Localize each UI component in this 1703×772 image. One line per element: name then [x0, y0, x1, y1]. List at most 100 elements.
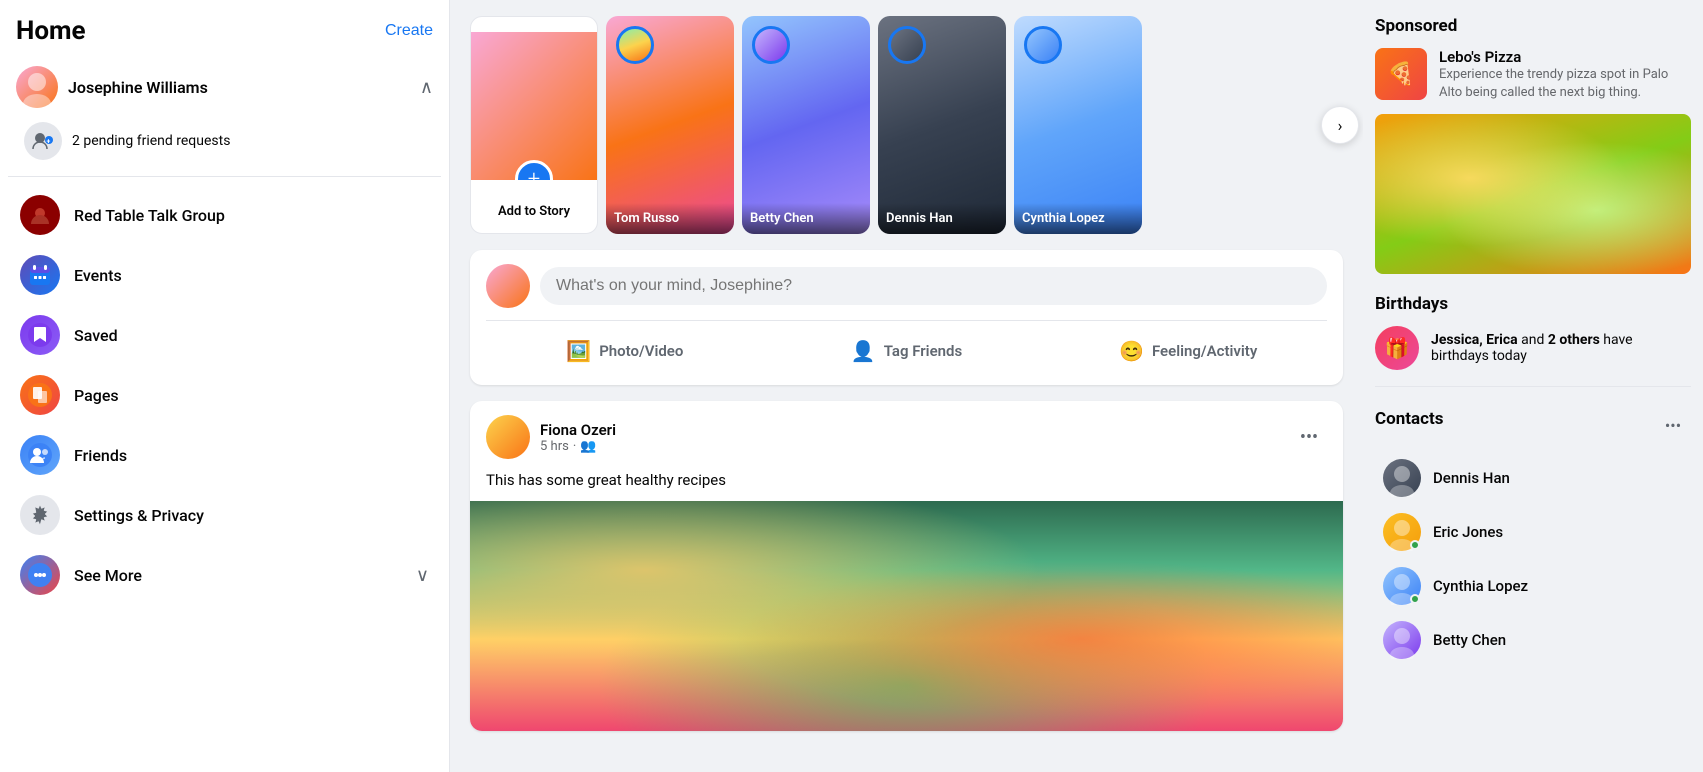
pages-icon [20, 375, 60, 415]
post-dot: · [573, 439, 576, 454]
post-time: 5 hrs [540, 439, 569, 454]
post-author-name: Fiona Ozeri [540, 421, 616, 439]
contact-avatar-eric [1383, 513, 1421, 551]
sidebar-user-josephine[interactable]: Josephine Williams ∧ [8, 58, 441, 116]
contact-name-eric: Eric Jones [1433, 523, 1503, 541]
main-feed: + Add to Story Tom Russo Betty Chen [450, 0, 1363, 772]
pending-icon: + [24, 122, 62, 160]
tag-friends-button[interactable]: 👤 Tag Friends [768, 331, 1046, 371]
sponsor-image-lebos[interactable] [1375, 114, 1691, 274]
story-tom-russo[interactable]: Tom Russo [606, 16, 734, 234]
add-story-plus-icon: + [515, 160, 553, 180]
sponsor-logo-lebos: 🍕 [1375, 48, 1427, 100]
chevron-up-icon: ∧ [420, 77, 433, 98]
contact-avatar-betty [1383, 621, 1421, 659]
saved-icon [20, 315, 60, 355]
feed-post-fiona: Fiona Ozeri 5 hrs · 👥 ••• This has some … [470, 401, 1343, 731]
feeling-label: Feeling/Activity [1152, 342, 1257, 360]
chevron-down-icon: ∨ [416, 565, 429, 586]
sidebar-item-label-saved: Saved [74, 326, 118, 345]
stories-next-button[interactable]: › [1321, 106, 1359, 144]
story-label-tom: Tom Russo [606, 203, 734, 234]
photo-video-label: Photo/Video [599, 342, 683, 360]
contact-name-betty: Betty Chen [1433, 631, 1506, 649]
post-audience-icon: 👥 [580, 439, 596, 454]
post-actions: 🖼️ Photo/Video 👤 Tag Friends 😊 Feeling/A… [486, 320, 1327, 371]
photo-video-icon: 🖼️ [566, 339, 591, 363]
story-betty-chen[interactable]: Betty Chen [742, 16, 870, 234]
svg-text:+: + [47, 138, 51, 146]
sponsored-section: Sponsored 🍕 Lebo's Pizza Experience the … [1375, 16, 1691, 274]
sidebar-item-pages[interactable]: Pages [8, 365, 441, 425]
settings-icon [20, 495, 60, 535]
post-input[interactable] [540, 267, 1327, 305]
photo-video-button[interactable]: 🖼️ Photo/Video [486, 331, 764, 371]
create-button[interactable]: Create [385, 22, 433, 40]
story-cynthia-lopez[interactable]: Cynthia Lopez [1014, 16, 1142, 234]
story-dennis-han[interactable]: Dennis Han [878, 16, 1006, 234]
stories-container: Tom Russo Betty Chen Dennis Han [606, 16, 1343, 234]
sidebar-item-label-red-table: Red Table Talk Group [74, 206, 225, 225]
right-panel: Sponsored 🍕 Lebo's Pizza Experience the … [1363, 0, 1703, 772]
see-more-icon [20, 555, 60, 595]
contact-betty-chen[interactable]: Betty Chen [1375, 613, 1691, 667]
story-label-cynthia: Cynthia Lopez [1014, 203, 1142, 234]
sidebar-item-label-events: Events [74, 266, 122, 285]
sidebar-item-friends[interactable]: Friends [8, 425, 441, 485]
birthday-text: Jessica, Erica and 2 others have birthda… [1431, 332, 1691, 364]
sidebar-item-red-table[interactable]: Red Table Talk Group [8, 185, 441, 245]
sidebar-title: Home [16, 16, 86, 46]
post-avatar-josephine [486, 264, 530, 308]
post-more-button[interactable]: ••• [1291, 419, 1327, 455]
stories-row: + Add to Story Tom Russo Betty Chen [470, 16, 1343, 234]
birthday-item: 🎁 Jessica, Erica and 2 others have birth… [1375, 326, 1691, 370]
contacts-title: Contacts [1375, 409, 1443, 429]
birthday-count: 2 others [1548, 332, 1600, 348]
post-image-fiona [470, 501, 1343, 731]
sidebar-item-label-see-more: See More [74, 566, 142, 585]
sidebar-item-see-more[interactable]: See More ∨ [8, 545, 441, 605]
user-name-josephine: Josephine Williams [68, 78, 208, 97]
contact-name-dennis: Dennis Han [1433, 469, 1510, 487]
birthday-icon: 🎁 [1375, 326, 1419, 370]
birthday-names: Jessica, Erica [1431, 332, 1518, 348]
contact-avatar-dennis [1383, 459, 1421, 497]
story-label-dennis: Dennis Han [878, 203, 1006, 234]
sidebar-divider [8, 176, 441, 177]
feeling-icon: 😊 [1119, 339, 1144, 363]
birthdays-title: Birthdays [1375, 294, 1691, 314]
post-avatar-fiona [486, 415, 530, 459]
post-input-row [486, 264, 1327, 308]
red-table-icon [20, 195, 60, 235]
sponsor-name: Lebo's Pizza [1439, 48, 1691, 66]
add-story-photo-bg: + [471, 32, 597, 180]
contact-eric-jones[interactable]: Eric Jones [1375, 505, 1691, 559]
sponsor-description: Experience the trendy pizza spot in Palo… [1439, 66, 1691, 102]
sidebar-header: Home Create [8, 12, 441, 58]
sidebar-item-label-friends: Friends [74, 446, 127, 465]
birthdays-section: Birthdays 🎁 Jessica, Erica and 2 others … [1375, 294, 1691, 387]
contact-cynthia-lopez[interactable]: Cynthia Lopez [1375, 559, 1691, 613]
contacts-header: Contacts ••• [1375, 407, 1691, 443]
contacts-more-button[interactable]: ••• [1655, 407, 1691, 443]
pending-requests[interactable]: + 2 pending friend requests [8, 116, 441, 168]
events-icon [20, 255, 60, 295]
story-avatar-tom [616, 26, 654, 64]
sidebar-item-settings[interactable]: Settings & Privacy [8, 485, 441, 545]
story-avatar-dennis [888, 26, 926, 64]
contact-avatar-cynthia [1383, 567, 1421, 605]
sidebar-item-events[interactable]: Events [8, 245, 441, 305]
feeling-activity-button[interactable]: 😊 Feeling/Activity [1049, 331, 1327, 371]
add-to-story-label: Add to Story [498, 204, 570, 219]
sidebar-item-saved[interactable]: Saved [8, 305, 441, 365]
sidebar: Home Create Josephine Williams ∧ [0, 0, 450, 772]
sponsored-title: Sponsored [1375, 16, 1691, 36]
sidebar-item-label-pages: Pages [74, 386, 119, 405]
contact-dennis-han[interactable]: Dennis Han [1375, 451, 1691, 505]
post-text-fiona: This has some great healthy recipes [470, 467, 1343, 501]
sponsored-item-lebos: 🍕 Lebo's Pizza Experience the trendy piz… [1375, 48, 1691, 102]
add-to-story-card[interactable]: + Add to Story [470, 16, 598, 234]
story-label-betty: Betty Chen [742, 203, 870, 234]
story-avatar-betty [752, 26, 790, 64]
post-header-fiona: Fiona Ozeri 5 hrs · 👥 ••• [470, 401, 1343, 467]
